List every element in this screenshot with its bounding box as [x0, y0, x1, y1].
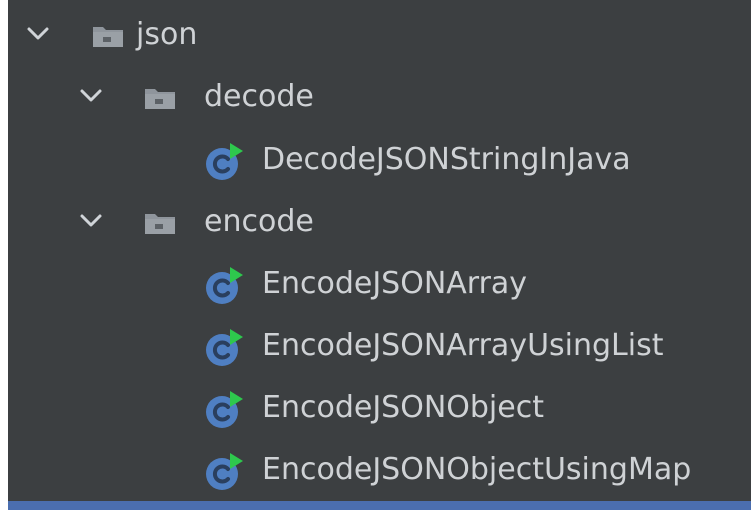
- chevron-down-icon[interactable]: [25, 21, 51, 47]
- chevron-down-icon[interactable]: [78, 83, 104, 109]
- folder-icon: [145, 89, 175, 109]
- selection-highlight: [8, 501, 751, 510]
- tree-item-label: EncodeJSONArrayUsingList: [262, 328, 664, 363]
- tree-item-label: EncodeJSONArray: [262, 266, 528, 301]
- java-class-icon: [206, 267, 243, 304]
- java-class-icon: [206, 143, 243, 180]
- tree-item-json[interactable]: json: [8, 4, 751, 66]
- tree-item-encodejsonobjectusingmap[interactable]: EncodeJSONObjectUsingMap: [8, 439, 751, 501]
- project-tree-panel: json decode DecodeJSONStringInJava encod…: [8, 0, 751, 510]
- java-class-icon: [206, 329, 243, 366]
- tree-item-label: DecodeJSONStringInJava: [262, 142, 631, 177]
- tree-item-encodejsonarray[interactable]: EncodeJSONArray: [8, 253, 751, 315]
- tree-item-label: EncodeJSONObject: [262, 390, 544, 425]
- tree-item-decode[interactable]: decode: [8, 66, 751, 128]
- tree-item-label: EncodeJSONObjectUsingMap: [262, 452, 692, 487]
- tree-item-label: encode: [204, 204, 314, 239]
- tree-item-encodejsonobject[interactable]: EncodeJSONObject: [8, 377, 751, 439]
- folder-icon: [145, 214, 175, 234]
- tree-item-label: json: [136, 17, 198, 52]
- java-class-icon: [206, 391, 243, 428]
- java-class-icon: [206, 453, 243, 490]
- tree-item-label: decode: [204, 79, 314, 114]
- chevron-down-icon[interactable]: [78, 208, 104, 234]
- tree-item-encode[interactable]: encode: [8, 191, 751, 253]
- tree-item-encodejsonarrayusinglist[interactable]: EncodeJSONArrayUsingList: [8, 315, 751, 377]
- folder-icon: [93, 27, 123, 47]
- tree-item-decodejsonstringinjava[interactable]: DecodeJSONStringInJava: [8, 129, 751, 191]
